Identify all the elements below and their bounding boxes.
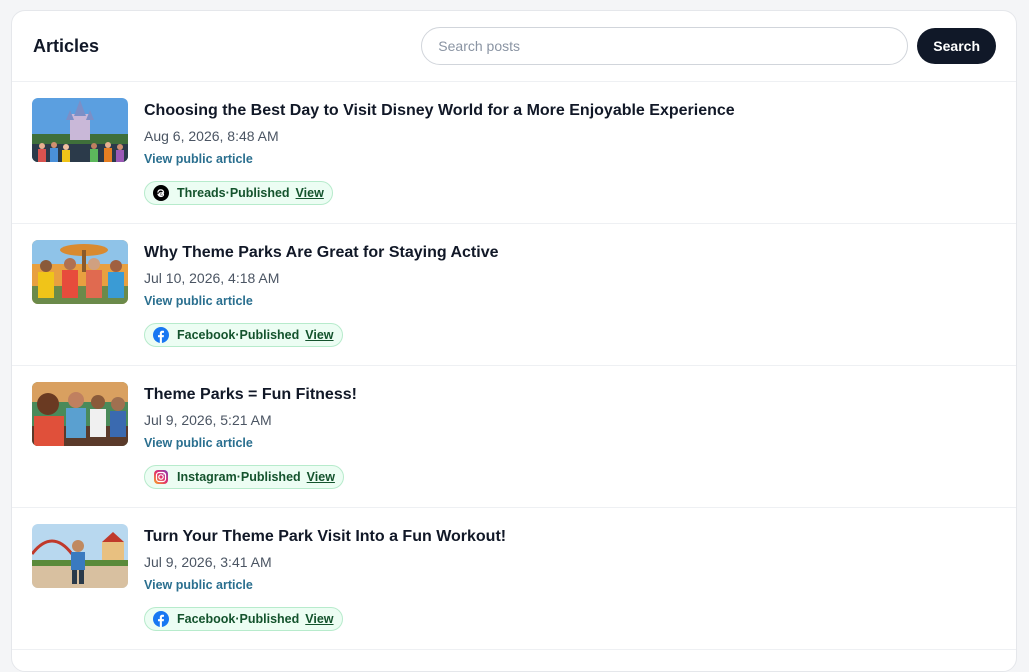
article-thumbnail[interactable] (32, 382, 128, 446)
article-title[interactable]: Turn Your Theme Park Visit Into a Fun Wo… (144, 527, 996, 547)
badge-platform: Facebook (177, 612, 236, 626)
article-row: Theme Parks = Fun Fitness! Jul 9, 2026, … (12, 366, 1016, 508)
article-row: Turn Your Theme Park Visit Into a Fun Wo… (12, 508, 1016, 650)
view-post-link[interactable]: View (305, 612, 333, 626)
article-thumbnail[interactable] (32, 240, 128, 304)
platform-status-badge: Instagram · Published View (144, 465, 344, 489)
view-public-article-link[interactable]: View public article (144, 151, 253, 167)
article-row: Choosing the Best Day to Visit Disney Wo… (12, 82, 1016, 224)
article-row: Why Theme Parks Are Great for Staying Ac… (12, 224, 1016, 366)
view-public-article-link[interactable]: View public article (144, 577, 253, 593)
view-post-link[interactable]: View (307, 470, 335, 484)
articles-card: Articles Search Choosing the (11, 10, 1017, 672)
search-button[interactable]: Search (917, 28, 996, 64)
article-thumbnail[interactable] (32, 524, 128, 588)
view-public-article-link[interactable]: View public article (144, 293, 253, 309)
article-date: Jul 10, 2026, 4:18 AM (144, 270, 280, 286)
badge-status: Published (240, 470, 301, 484)
search-input[interactable] (421, 27, 909, 65)
article-title[interactable]: Theme Parks = Fun Fitness! (144, 385, 996, 405)
platform-status-badge: Facebook · Published View (144, 323, 343, 347)
view-post-link[interactable]: View (296, 186, 324, 200)
view-public-article-link[interactable]: View public article (144, 435, 253, 451)
article-date: Jul 9, 2026, 5:21 AM (144, 412, 272, 428)
page-title: Articles (33, 35, 100, 56)
badge-platform: Instagram (177, 470, 237, 484)
instagram-icon (153, 469, 169, 485)
article-title[interactable]: Why Theme Parks Are Great for Staying Ac… (144, 243, 996, 263)
platform-status-badge: Facebook · Published View (144, 607, 343, 631)
badge-status: Published (239, 328, 300, 342)
badge-platform: Threads (177, 186, 226, 200)
articles-header: Articles Search (12, 11, 1016, 82)
platform-status-badge: Threads · Published View (144, 181, 333, 205)
view-post-link[interactable]: View (305, 328, 333, 342)
badge-platform: Facebook (177, 328, 236, 342)
threads-icon (153, 185, 169, 201)
facebook-icon (153, 327, 169, 343)
badge-status: Published (229, 186, 290, 200)
article-date: Jul 9, 2026, 3:41 AM (144, 554, 272, 570)
article-title[interactable]: Choosing the Best Day to Visit Disney Wo… (144, 101, 996, 121)
article-date: Aug 6, 2026, 8:48 AM (144, 128, 279, 144)
facebook-icon (153, 611, 169, 627)
article-thumbnail[interactable] (32, 98, 128, 162)
badge-status: Published (239, 612, 300, 626)
